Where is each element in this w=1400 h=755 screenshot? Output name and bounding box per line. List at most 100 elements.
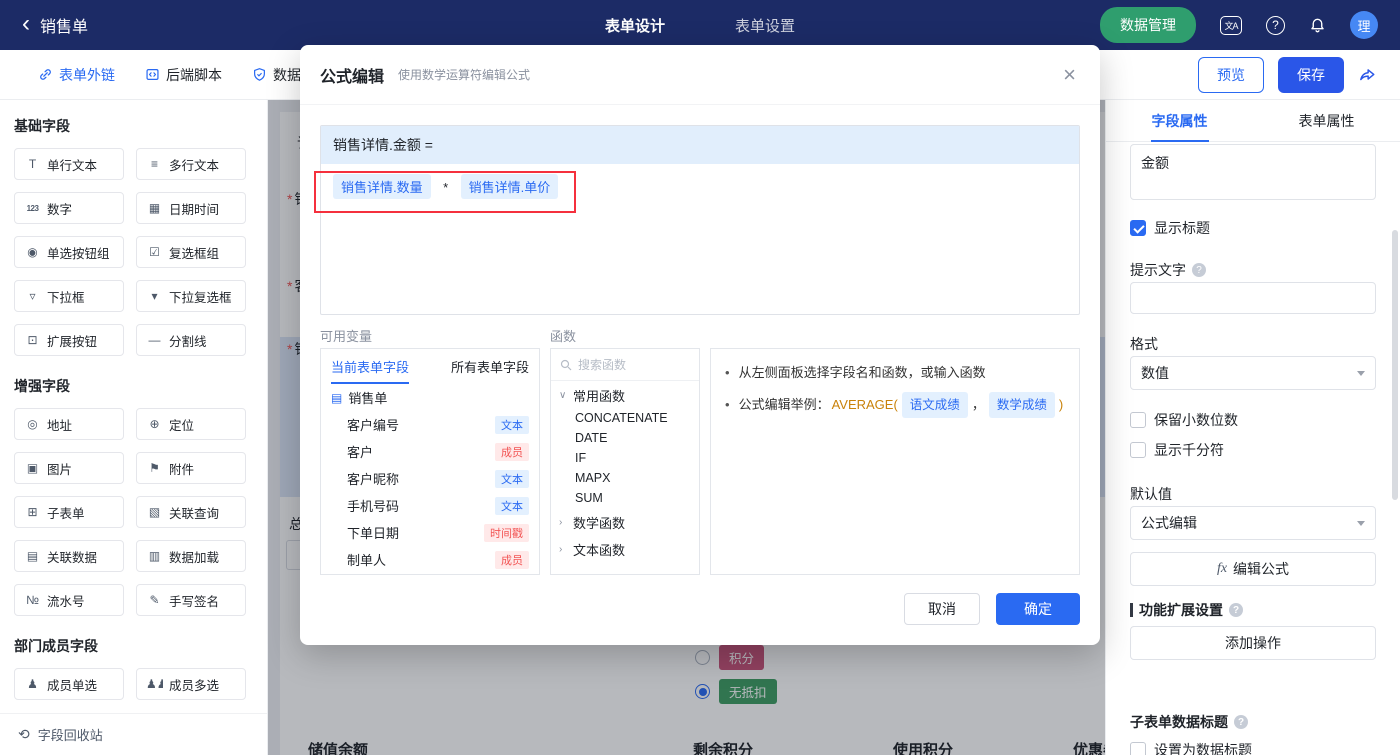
palette-item[interactable]: ▧ 关联查询 (136, 496, 246, 528)
palette-section-title: 部门成员字段 (14, 638, 98, 654)
show-title-checkbox[interactable]: 显示标题 (1130, 218, 1210, 238)
field-recycle-bin[interactable]: ⟲ 字段回收站 (0, 713, 267, 755)
form-external-link-button[interactable]: 表单外链 (38, 65, 115, 85)
scrollbar[interactable] (1392, 230, 1398, 500)
palette-item[interactable]: ⚑ 附件 (136, 452, 246, 484)
tab-form-settings[interactable]: 表单设置 (735, 15, 795, 36)
tab-field-properties[interactable]: 字段属性 (1106, 100, 1253, 141)
back-button[interactable]: ‹ (22, 11, 30, 36)
palette-item[interactable]: ⊕ 定位 (136, 408, 246, 440)
bell-icon[interactable] (1309, 17, 1326, 34)
palette-item[interactable]: ▿ 下拉框 (14, 280, 124, 312)
palette-item[interactable]: ☑ 复选框组 (136, 236, 246, 268)
palette-item-label: 手写签名 (169, 594, 220, 609)
palette-item[interactable]: ▥ 数据加载 (136, 540, 246, 572)
tab-form-properties[interactable]: 表单属性 (1253, 100, 1400, 141)
translate-icon[interactable]: 文A (1220, 15, 1242, 35)
function-item[interactable]: DATE (551, 428, 699, 448)
palette-item[interactable]: T 单行文本 (14, 148, 124, 180)
palette-item-label: 复选框组 (169, 246, 220, 261)
palette-item[interactable]: ≡ 多行文本 (136, 148, 246, 180)
data-load-icon: ▥ (148, 549, 161, 563)
function-group[interactable]: ∨ 常用函数 (551, 381, 699, 408)
variable-item[interactable]: 下单日期 时间戳 (321, 519, 539, 546)
formula-editor[interactable]: 销售详情.金额 = 销售详情.数量 * 销售详情.单价 (320, 125, 1080, 315)
format-select[interactable]: 数值 (1130, 356, 1376, 390)
help-icon[interactable]: ? (1266, 15, 1285, 35)
function-item[interactable]: CONCATENATE (551, 408, 699, 428)
tab-form-design[interactable]: 表单设计 (605, 15, 665, 36)
attachment-icon: ⚑ (149, 461, 160, 475)
function-item[interactable]: MAPX (551, 468, 699, 488)
palette-item[interactable]: ⊡ 扩展按钮 (14, 324, 124, 356)
palette-section-grid: ♟ 成员单选 ♟♟ 成员多选 (14, 668, 253, 700)
set-data-title-checkbox[interactable]: 设置为数据标题 (1130, 740, 1252, 755)
palette-item[interactable]: ▦ 日期时间 (136, 192, 246, 224)
cancel-button[interactable]: 取消 (904, 593, 980, 625)
thousands-separator-checkbox[interactable]: 显示千分符 (1130, 440, 1224, 460)
share-icon[interactable] (1358, 66, 1376, 84)
edit-formula-button[interactable]: fx 编辑公式 (1130, 552, 1376, 586)
palette-item-label: 关联查询 (169, 506, 220, 521)
checkbox-unchecked-icon[interactable] (1130, 442, 1146, 458)
palette-item[interactable]: ♟♟ 成员多选 (136, 668, 246, 700)
palette-item[interactable]: 123 数字 (14, 192, 124, 224)
save-button[interactable]: 保存 (1278, 56, 1344, 93)
palette-item[interactable]: — 分割线 (136, 324, 246, 356)
data-manage-button[interactable]: 数据管理 (1100, 7, 1196, 43)
decimal-places-checkbox[interactable]: 保留小数位数 (1130, 410, 1238, 430)
tab-all-form-fields[interactable]: 所有表单字段 (451, 349, 529, 384)
help-icon[interactable]: ? (1229, 603, 1243, 617)
checkbox-unchecked-icon[interactable] (1130, 412, 1146, 428)
palette-item[interactable]: ▣ 图片 (14, 452, 124, 484)
help-icon[interactable]: ? (1234, 715, 1248, 729)
default-value-select[interactable]: 公式编辑 (1130, 506, 1376, 540)
palette-item[interactable]: ▾ 下拉复选框 (136, 280, 246, 312)
function-group[interactable]: › 文本函数 (551, 535, 699, 562)
palette-item[interactable]: ◉ 单选按钮组 (14, 236, 124, 268)
format-label: 格式 (1130, 336, 1158, 352)
palette-item-label: 下拉框 (47, 290, 85, 305)
function-item[interactable]: SUM (551, 488, 699, 508)
variable-item[interactable]: 手机号码 文本 (321, 492, 539, 519)
palette-item[interactable]: ▤ 关联数据 (14, 540, 124, 572)
multi-dropdown-icon: ▾ (151, 289, 158, 303)
variable-tree-root[interactable]: ▤ 销售单 (321, 383, 539, 411)
function-item[interactable]: IF (551, 448, 699, 468)
hint-text-input[interactable] (1130, 282, 1376, 314)
formula-field-pill[interactable]: 销售详情.单价 (460, 174, 559, 199)
modal-subtitle: 使用数学运算符编辑公式 (398, 68, 531, 82)
add-action-button[interactable]: 添加操作 (1130, 626, 1376, 660)
help-icon[interactable]: ? (1192, 263, 1206, 277)
formula-field-pill[interactable]: 销售详情.数量 (333, 174, 431, 199)
palette-item-label: 数据加载 (169, 550, 220, 565)
preview-button[interactable]: 预览 (1198, 56, 1264, 93)
function-search-input[interactable]: 搜索函数 (551, 349, 699, 381)
tab-current-form-fields[interactable]: 当前表单字段 (331, 349, 410, 384)
palette-item[interactable]: ♟ 成员单选 (14, 668, 124, 700)
user-avatar[interactable]: 理 (1350, 11, 1378, 39)
variable-item[interactable]: 客户 成员 (321, 438, 539, 465)
variable-type-tag: 文本 (495, 496, 529, 515)
variable-list: 客户编号 文本 客户 成员 客户昵称 文本 手机号码 文本 下单日期 时间戳 制单人 成员 (321, 411, 539, 573)
checkbox-unchecked-icon[interactable] (1130, 742, 1146, 755)
backend-script-button[interactable]: 后端脚本 (145, 65, 222, 85)
function-group[interactable]: › 数学函数 (551, 508, 699, 535)
palette-item[interactable]: ⊞ 子表单 (14, 496, 124, 528)
subform-data-title-heading: 子表单数据标题 ? (1130, 712, 1248, 732)
number-icon: 123 (26, 203, 39, 213)
multi-line-text-icon: ≡ (150, 157, 158, 171)
confirm-button[interactable]: 确定 (996, 593, 1080, 625)
palette-item-label: 下拉复选框 (169, 290, 232, 305)
palette-item[interactable]: ◎ 地址 (14, 408, 124, 440)
palette-item[interactable]: ✎ 手写签名 (136, 584, 246, 616)
variable-name: 客户 (347, 445, 374, 460)
variable-item[interactable]: 客户昵称 文本 (321, 465, 539, 492)
palette-section-title: 基础字段 (14, 118, 70, 134)
variable-item[interactable]: 客户编号 文本 (321, 411, 539, 438)
close-icon[interactable]: × (1063, 63, 1076, 86)
checkbox-checked-icon[interactable] (1130, 220, 1146, 236)
field-title-input[interactable]: 金额 (1130, 144, 1376, 200)
variable-item[interactable]: 制单人 成员 (321, 546, 539, 573)
palette-item[interactable]: № 流水号 (14, 584, 124, 616)
